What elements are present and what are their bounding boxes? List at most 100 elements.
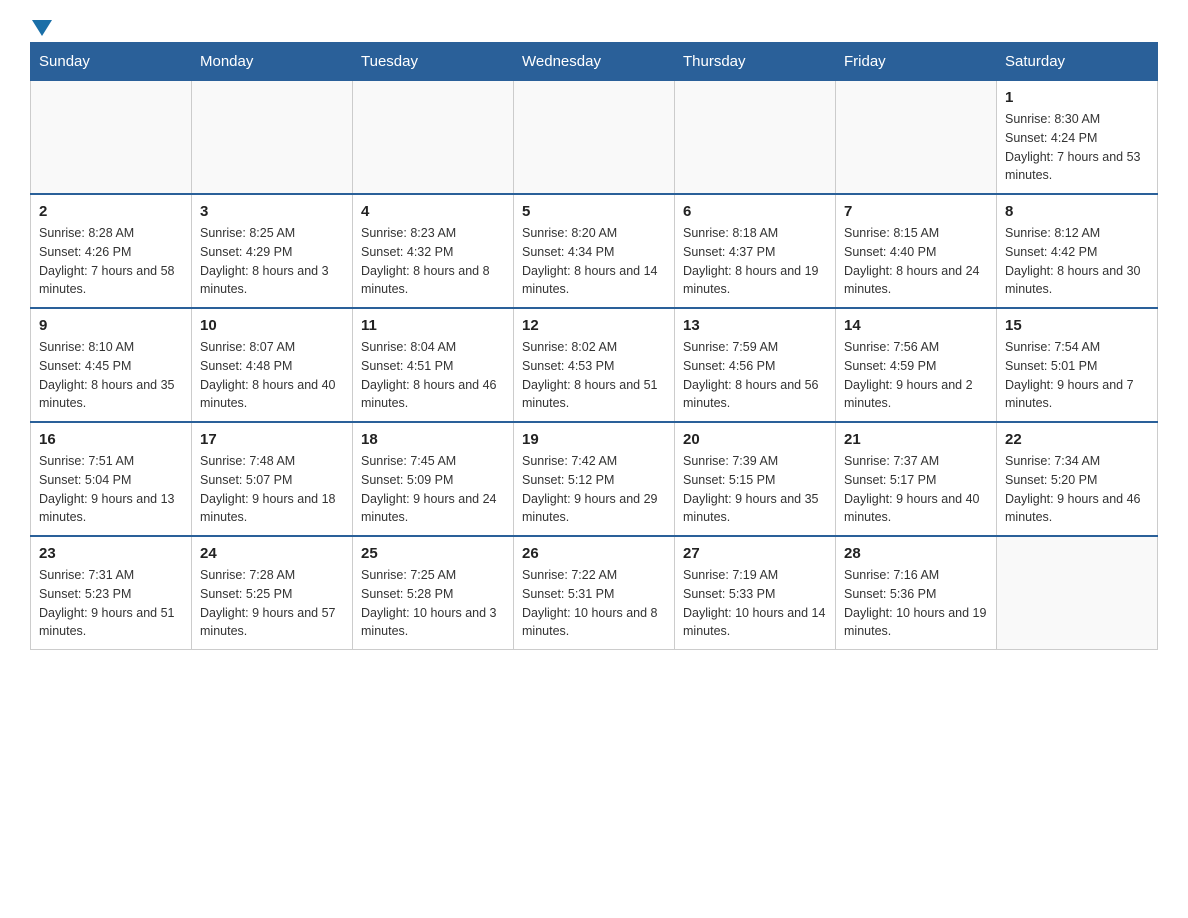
day-number: 6 [683,203,827,220]
calendar-day-cell: 25 Sunrise: 7:25 AMSunset: 5:28 PMDayligh… [353,536,514,650]
day-info: Sunrise: 7:31 AMSunset: 5:23 PMDaylight:… [39,566,183,641]
calendar-day-cell: 2 Sunrise: 8:28 AMSunset: 4:26 PMDaylight… [31,194,192,308]
day-number: 1 [1005,89,1149,106]
calendar-day-cell: 8 Sunrise: 8:12 AMSunset: 4:42 PMDaylight… [997,194,1158,308]
calendar-day-cell: 19 Sunrise: 7:42 AMSunset: 5:12 PMDayligh… [514,422,675,536]
calendar-day-cell [997,536,1158,650]
day-number: 26 [522,545,666,562]
calendar-day-cell: 6 Sunrise: 8:18 AMSunset: 4:37 PMDaylight… [675,194,836,308]
calendar-day-cell: 15 Sunrise: 7:54 AMSunset: 5:01 PMDayligh… [997,308,1158,422]
calendar-day-cell: 9Sunrise: 8:10 AMSunset: 4:45 PMDaylight… [31,308,192,422]
day-info: Sunrise: 7:25 AMSunset: 5:28 PMDaylight:… [361,566,505,641]
calendar-day-cell: 4 Sunrise: 8:23 AMSunset: 4:32 PMDaylight… [353,194,514,308]
calendar-day-cell [353,81,514,195]
calendar-day-cell: 27 Sunrise: 7:19 AMSunset: 5:33 PMDayligh… [675,536,836,650]
day-info: Sunrise: 7:19 AMSunset: 5:33 PMDaylight:… [683,566,827,641]
day-info: Sunrise: 8:25 AMSunset: 4:29 PMDaylight:… [200,224,344,299]
day-info: Sunrise: 7:37 AMSunset: 5:17 PMDaylight:… [844,452,988,527]
calendar-day-cell: 16 Sunrise: 7:51 AMSunset: 5:04 PMDayligh… [31,422,192,536]
logo-arrow-icon [32,20,52,36]
day-info: Sunrise: 7:28 AMSunset: 5:25 PMDaylight:… [200,566,344,641]
calendar-day-cell: 3 Sunrise: 8:25 AMSunset: 4:29 PMDaylight… [192,194,353,308]
calendar-day-cell [514,81,675,195]
calendar-week-row: 9Sunrise: 8:10 AMSunset: 4:45 PMDaylight… [31,308,1158,422]
day-info: Sunrise: 8:18 AMSunset: 4:37 PMDaylight:… [683,224,827,299]
calendar-day-cell: 28 Sunrise: 7:16 AMSunset: 5:36 PMDayligh… [836,536,997,650]
day-info: Sunrise: 7:16 AMSunset: 5:36 PMDaylight:… [844,566,988,641]
calendar-day-cell: 17 Sunrise: 7:48 AMSunset: 5:07 PMDayligh… [192,422,353,536]
page-header [30,20,1158,32]
day-number: 9 [39,317,183,334]
calendar-day-cell: 12 Sunrise: 8:02 AMSunset: 4:53 PMDayligh… [514,308,675,422]
calendar-day-cell: 22 Sunrise: 7:34 AMSunset: 5:20 PMDayligh… [997,422,1158,536]
day-info: Sunrise: 7:42 AMSunset: 5:12 PMDaylight:… [522,452,666,527]
day-info: Sunrise: 8:28 AMSunset: 4:26 PMDaylight:… [39,224,183,299]
calendar-day-cell [836,81,997,195]
calendar-day-cell: 20 Sunrise: 7:39 AMSunset: 5:15 PMDayligh… [675,422,836,536]
calendar-day-cell: 26 Sunrise: 7:22 AMSunset: 5:31 PMDayligh… [514,536,675,650]
calendar-week-row: 2 Sunrise: 8:28 AMSunset: 4:26 PMDaylight… [31,194,1158,308]
day-number: 2 [39,203,183,220]
day-number: 17 [200,431,344,448]
day-number: 8 [1005,203,1149,220]
day-number: 27 [683,545,827,562]
day-info: Sunrise: 8:04 AMSunset: 4:51 PMDaylight:… [361,338,505,413]
calendar-day-cell: 7 Sunrise: 8:15 AMSunset: 4:40 PMDaylight… [836,194,997,308]
day-number: 10 [200,317,344,334]
day-number: 25 [361,545,505,562]
day-number: 19 [522,431,666,448]
weekday-header-wednesday: Wednesday [514,43,675,81]
day-number: 20 [683,431,827,448]
day-number: 12 [522,317,666,334]
day-info: Sunrise: 8:20 AMSunset: 4:34 PMDaylight:… [522,224,666,299]
calendar-day-cell: 21 Sunrise: 7:37 AMSunset: 5:17 PMDayligh… [836,422,997,536]
day-number: 18 [361,431,505,448]
calendar-day-cell [192,81,353,195]
day-number: 14 [844,317,988,334]
weekday-header-friday: Friday [836,43,997,81]
day-number: 24 [200,545,344,562]
day-number: 7 [844,203,988,220]
day-number: 22 [1005,431,1149,448]
day-info: Sunrise: 8:12 AMSunset: 4:42 PMDaylight:… [1005,224,1149,299]
weekday-header-sunday: Sunday [31,43,192,81]
day-info: Sunrise: 8:23 AMSunset: 4:32 PMDaylight:… [361,224,505,299]
day-info: Sunrise: 7:48 AMSunset: 5:07 PMDaylight:… [200,452,344,527]
weekday-header-row: SundayMondayTuesdayWednesdayThursdayFrid… [31,43,1158,81]
day-number: 28 [844,545,988,562]
weekday-header-tuesday: Tuesday [353,43,514,81]
day-info: Sunrise: 8:02 AMSunset: 4:53 PMDaylight:… [522,338,666,413]
day-number: 5 [522,203,666,220]
day-info: Sunrise: 7:54 AMSunset: 5:01 PMDaylight:… [1005,338,1149,413]
calendar-day-cell [31,81,192,195]
calendar-day-cell: 23 Sunrise: 7:31 AMSunset: 5:23 PMDayligh… [31,536,192,650]
day-info: Sunrise: 7:45 AMSunset: 5:09 PMDaylight:… [361,452,505,527]
day-number: 16 [39,431,183,448]
day-number: 13 [683,317,827,334]
day-info: Sunrise: 8:30 AMSunset: 4:24 PMDaylight:… [1005,110,1149,185]
day-number: 23 [39,545,183,562]
day-info: Sunrise: 7:34 AMSunset: 5:20 PMDaylight:… [1005,452,1149,527]
day-number: 3 [200,203,344,220]
day-number: 21 [844,431,988,448]
weekday-header-monday: Monday [192,43,353,81]
weekday-header-saturday: Saturday [997,43,1158,81]
day-info: Sunrise: 7:51 AMSunset: 5:04 PMDaylight:… [39,452,183,527]
calendar-table: SundayMondayTuesdayWednesdayThursdayFrid… [30,42,1158,650]
calendar-week-row: 23 Sunrise: 7:31 AMSunset: 5:23 PMDayligh… [31,536,1158,650]
calendar-day-cell: 24 Sunrise: 7:28 AMSunset: 5:25 PMDayligh… [192,536,353,650]
day-info: Sunrise: 7:22 AMSunset: 5:31 PMDaylight:… [522,566,666,641]
weekday-header-thursday: Thursday [675,43,836,81]
day-info: Sunrise: 7:39 AMSunset: 5:15 PMDaylight:… [683,452,827,527]
day-info: Sunrise: 7:59 AMSunset: 4:56 PMDaylight:… [683,338,827,413]
logo [30,20,52,32]
calendar-day-cell [675,81,836,195]
day-info: Sunrise: 8:15 AMSunset: 4:40 PMDaylight:… [844,224,988,299]
calendar-day-cell: 14Sunrise: 7:56 AMSunset: 4:59 PMDayligh… [836,308,997,422]
calendar-week-row: 16 Sunrise: 7:51 AMSunset: 5:04 PMDayligh… [31,422,1158,536]
day-number: 15 [1005,317,1149,334]
calendar-day-cell: 11Sunrise: 8:04 AMSunset: 4:51 PMDayligh… [353,308,514,422]
calendar-week-row: 1 Sunrise: 8:30 AMSunset: 4:24 PMDaylight… [31,81,1158,195]
calendar-day-cell: 5 Sunrise: 8:20 AMSunset: 4:34 PMDaylight… [514,194,675,308]
day-number: 4 [361,203,505,220]
